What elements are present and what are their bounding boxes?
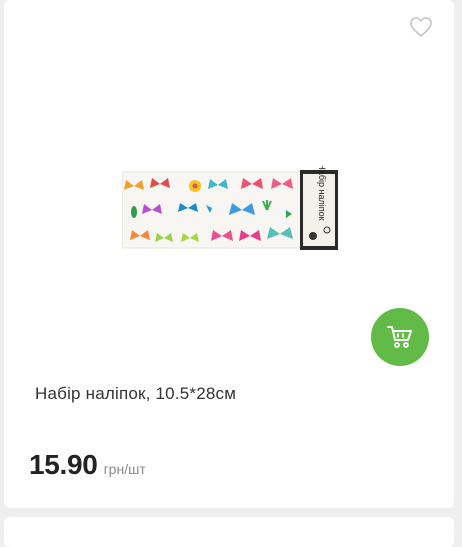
add-to-cart-button[interactable] — [371, 308, 429, 366]
shopping-cart-icon — [387, 326, 412, 348]
price-value: 15.90 — [29, 449, 98, 480]
svg-text:Набір наліпок: Набір наліпок — [317, 166, 327, 221]
product-image[interactable]: Набір наліпок — [121, 163, 342, 252]
price-row: 15.90 грн/шт — [29, 449, 146, 481]
heart-outline-icon — [410, 17, 432, 37]
product-card[interactable]: Набір наліпок Набір наліпок, 10.5*28см 1… — [4, 0, 454, 508]
favorite-button[interactable] — [409, 16, 433, 38]
product-title[interactable]: Набір наліпок, 10.5*28см — [35, 384, 415, 404]
price-unit: грн/шт — [103, 461, 146, 477]
next-product-card[interactable] — [4, 517, 454, 547]
